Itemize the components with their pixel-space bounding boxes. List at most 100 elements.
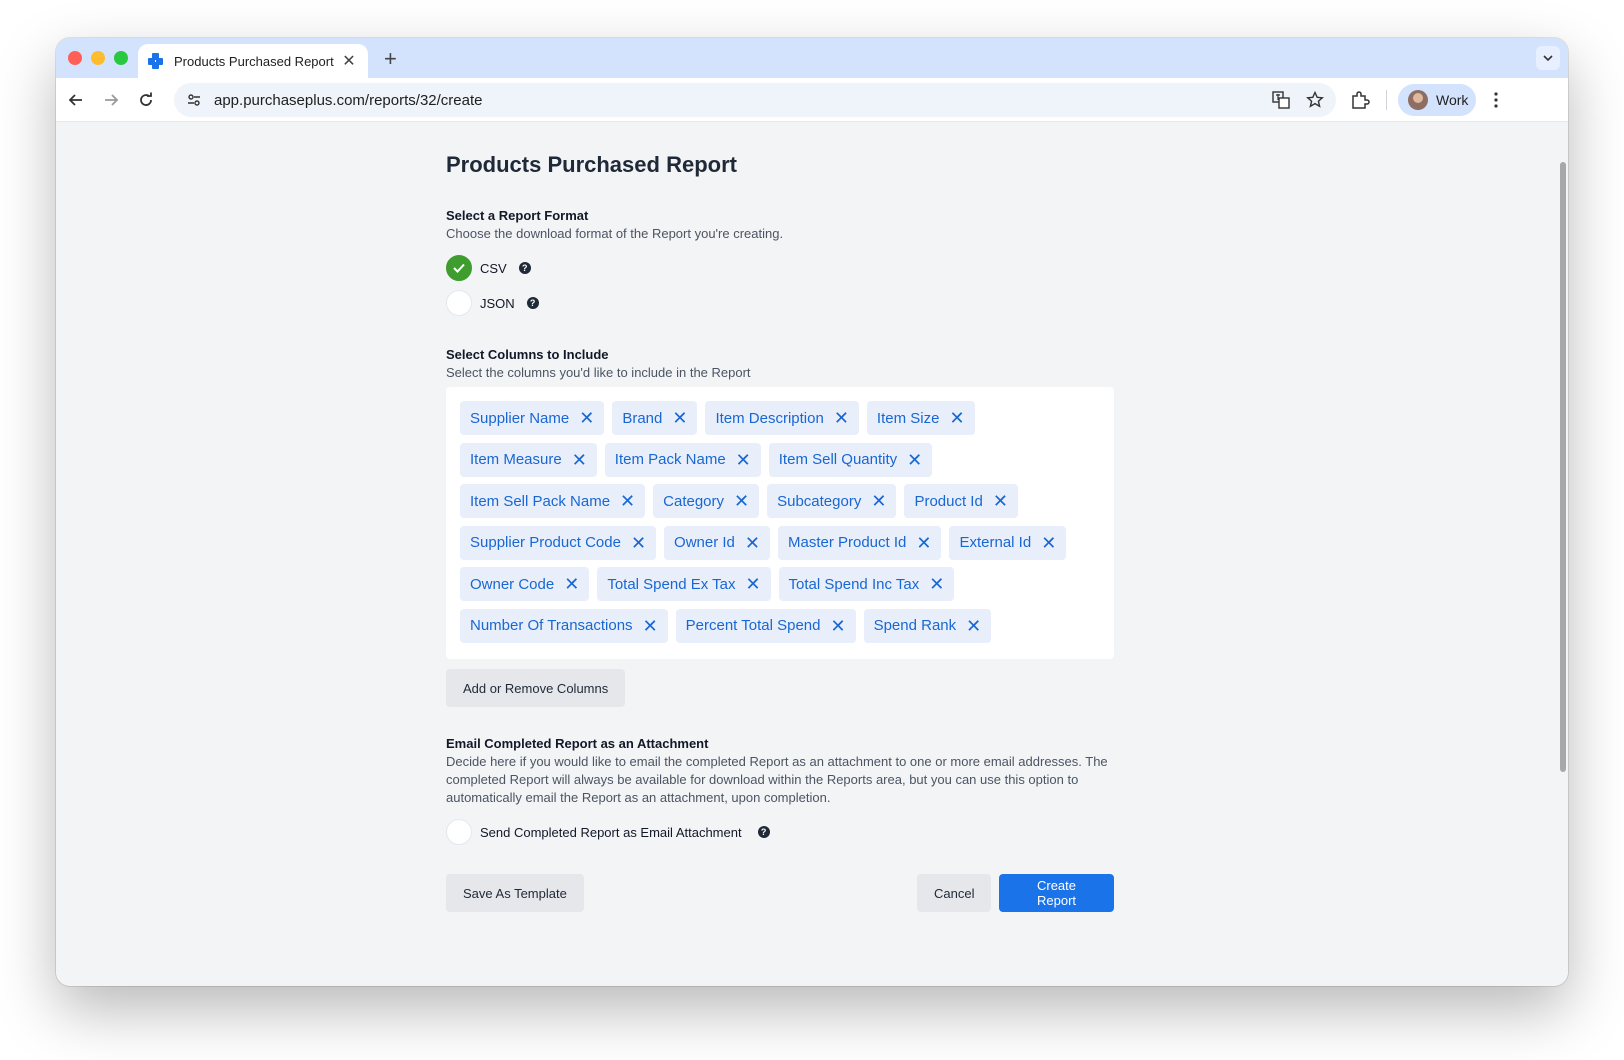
chip-label: Owner Id — [674, 534, 735, 551]
column-chip: Category ✕ — [653, 484, 760, 518]
chip-row: Supplier Name ✕ Brand ✕ Item Description ✕ … — [460, 401, 1100, 435]
arrow-right-icon — [105, 94, 119, 106]
chip-label: Subcategory — [777, 492, 862, 510]
new-tab-button[interactable]: + — [384, 46, 397, 72]
remove-chip-icon[interactable]: ✕ — [907, 451, 922, 469]
column-chip: Subcategory ✕ — [767, 484, 897, 518]
remove-chip-icon[interactable]: ✕ — [672, 409, 687, 427]
page-content: Products Purchased Report Select a Repor… — [56, 122, 1568, 986]
more-vertical-icon — [1494, 92, 1498, 108]
remove-chip-icon[interactable]: ✕ — [745, 575, 760, 593]
remove-chip-icon[interactable]: ✕ — [572, 451, 587, 469]
column-chip: External Id ✕ — [949, 525, 1067, 560]
remove-chip-icon[interactable]: ✕ — [966, 617, 981, 635]
tab-products-purchased-report[interactable]: Products Purchased Report ✕ — [138, 44, 368, 78]
back-button[interactable] — [64, 88, 88, 112]
column-chip: Percent Total Spend ✕ — [675, 608, 856, 643]
maximize-window-button[interactable] — [114, 51, 128, 65]
remove-chip-icon[interactable]: ✕ — [745, 534, 760, 552]
tab-close-icon[interactable]: ✕ — [340, 51, 358, 71]
column-chip: Owner Id ✕ — [664, 525, 770, 560]
scrollbar[interactable] — [1560, 162, 1566, 772]
bookmark-star-icon[interactable] — [1306, 91, 1324, 109]
help-icon[interactable]: ? — [757, 826, 770, 838]
translate-icon[interactable] — [1272, 91, 1290, 109]
remove-chip-icon[interactable]: ✕ — [631, 534, 646, 552]
checkmark-icon — [453, 263, 465, 273]
cancel-button[interactable]: Cancel — [917, 874, 992, 912]
format-section-title: Select a Report Format — [446, 208, 589, 223]
remove-chip-icon[interactable]: ✕ — [736, 451, 751, 469]
profile-name: Work — [1436, 92, 1469, 108]
format-option-json[interactable]: JSON ? — [446, 290, 539, 316]
create-report-button[interactable]: Create Report — [999, 874, 1114, 912]
remove-chip-icon[interactable]: ✕ — [734, 492, 749, 510]
column-chip: Item Sell Quantity ✕ — [768, 442, 933, 477]
help-icon[interactable]: ? — [526, 297, 539, 309]
extensions-button[interactable] — [1350, 90, 1370, 115]
address-bar[interactable]: app.purchaseplus.com/reports/32/create — [174, 83, 1336, 117]
save-as-template-button[interactable]: Save As Template — [446, 874, 584, 912]
help-icon[interactable]: ? — [518, 262, 531, 274]
toolbar-divider — [1386, 90, 1387, 110]
csv-radio[interactable] — [446, 255, 472, 281]
remove-chip-icon[interactable]: ✕ — [949, 409, 964, 427]
browser-window: Products Purchased Report ✕ + app.purcha… — [56, 38, 1568, 986]
chip-label: Supplier Name — [470, 409, 570, 427]
browser-menu-button[interactable] — [1486, 90, 1506, 110]
column-chip: Spend Rank ✕ — [863, 608, 992, 643]
column-chip: Item Size ✕ — [866, 401, 975, 435]
remove-chip-icon[interactable]: ✕ — [564, 575, 579, 593]
chip-label: Product Id — [914, 492, 983, 510]
chip-label: Master Product Id — [787, 534, 907, 551]
chip-label: Item Measure — [470, 451, 562, 468]
chip-label: Percent Total Spend — [685, 617, 821, 634]
format-option-csv[interactable]: CSV ? — [446, 255, 531, 281]
reload-icon — [140, 92, 152, 106]
arrow-left-icon — [68, 94, 82, 106]
chip-label: Total Spend Inc Tax — [788, 575, 920, 593]
email-attachment-checkbox[interactable] — [446, 819, 472, 845]
column-chip: Item Sell Pack Name ✕ — [460, 484, 646, 518]
minimize-window-button[interactable] — [91, 51, 105, 65]
tab-search-button[interactable] — [1536, 46, 1560, 70]
remove-chip-icon[interactable]: ✕ — [993, 492, 1008, 510]
remove-chip-icon[interactable]: ✕ — [834, 409, 849, 427]
site-settings-icon[interactable] — [186, 92, 202, 108]
chip-label: Item Sell Pack Name — [470, 492, 611, 510]
remove-chip-icon[interactable]: ✕ — [830, 617, 845, 635]
column-chip: Master Product Id ✕ — [777, 525, 942, 560]
remove-chip-icon[interactable]: ✕ — [916, 534, 931, 552]
remove-chip-icon[interactable]: ✕ — [579, 409, 594, 427]
tab-strip: Products Purchased Report ✕ + — [56, 38, 1568, 78]
column-chip: Supplier Name ✕ — [460, 401, 605, 435]
close-window-button[interactable] — [68, 51, 82, 65]
json-radio[interactable] — [446, 290, 472, 316]
remove-chip-icon[interactable]: ✕ — [929, 575, 944, 593]
reload-button[interactable] — [134, 88, 158, 112]
remove-chip-icon[interactable]: ✕ — [643, 617, 658, 635]
forward-button[interactable] — [99, 88, 123, 112]
column-chip: Brand ✕ — [612, 401, 698, 435]
email-attachment-label: Send Completed Report as Email Attachmen… — [480, 824, 742, 840]
column-chip: Item Measure ✕ — [460, 442, 597, 477]
chip-row: Item Measure ✕ Item Pack Name ✕ Item Sell … — [460, 442, 1100, 477]
email-attachment-option[interactable]: Send Completed Report as Email Attachmen… — [446, 819, 770, 845]
page-title: Products Purchased Report — [446, 152, 737, 177]
chip-label: Item Description — [715, 409, 824, 427]
column-chip: Owner Code ✕ — [460, 567, 590, 601]
column-chip: Supplier Product Code ✕ — [460, 525, 657, 560]
column-chip: Product Id ✕ — [904, 484, 1018, 518]
purchaseplus-favicon-icon — [148, 53, 164, 69]
profile-button[interactable]: Work — [1398, 84, 1476, 116]
remove-chip-icon[interactable]: ✕ — [871, 492, 886, 510]
column-chip: Number Of Transactions ✕ — [460, 608, 668, 643]
puzzle-icon — [1352, 91, 1370, 109]
remove-chip-icon[interactable]: ✕ — [1041, 534, 1056, 552]
remove-chip-icon[interactable]: ✕ — [620, 492, 635, 510]
chip-label: Number Of Transactions — [470, 617, 633, 634]
column-chip: Total Spend Ex Tax ✕ — [597, 567, 771, 601]
chip-row: Owner Code ✕ Total Spend Ex Tax ✕ Total Sp… — [460, 567, 1100, 601]
browser-toolbar: app.purchaseplus.com/reports/32/create W… — [56, 78, 1568, 122]
add-remove-columns-button[interactable]: Add or Remove Columns — [446, 669, 626, 707]
